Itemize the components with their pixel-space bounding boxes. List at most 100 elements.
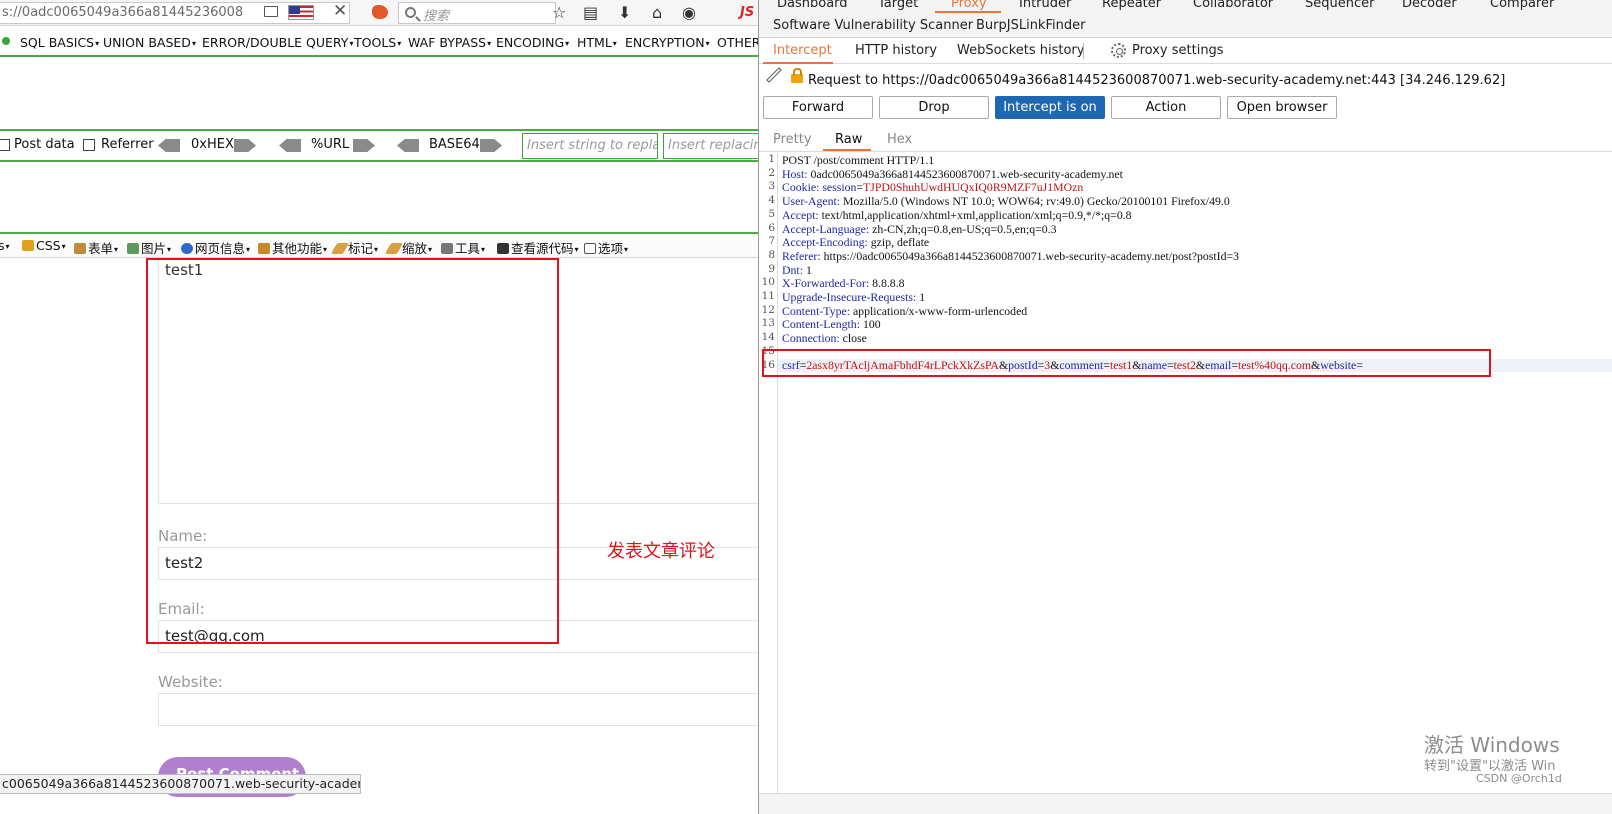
tab-software-vulnerability-scanner[interactable]: Software Vulnerability Scanner — [773, 18, 973, 33]
cn-toolbar-item-0[interactable]: s — [0, 238, 10, 253]
cn-toolbar-images[interactable]: 图片 — [127, 238, 171, 257]
header-name: Accept-Encoding — [782, 235, 865, 250]
menu-tools[interactable]: TOOLS — [354, 35, 401, 50]
cn-toolbar-options[interactable]: 选项 — [584, 238, 628, 257]
header-value: close — [842, 331, 867, 346]
website-input[interactable] — [158, 693, 778, 726]
line-number: 7 — [768, 235, 775, 248]
cn-toolbar-css[interactable]: CSS — [22, 238, 66, 253]
request-target-bar: Request to https://0adc0065049a366a81445… — [759, 67, 1612, 95]
body-highlight-box — [762, 349, 1491, 377]
bookmarks-list-icon[interactable]: ▤ — [583, 4, 598, 22]
header-value: application/x-www-form-urlencoded — [852, 303, 1028, 318]
post-data-label: Post data — [14, 137, 75, 152]
close-icon[interactable]: ✕ — [333, 1, 347, 21]
header-value: 100 — [862, 317, 881, 332]
active-subtab-underline — [763, 62, 833, 64]
cn-toolbar-forms[interactable]: 表单 — [74, 238, 118, 257]
bookmark-star-icon[interactable]: ☆ — [552, 4, 566, 22]
line-number: 8 — [768, 248, 775, 261]
edit-pencil-icon[interactable] — [766, 67, 782, 83]
us-flag-icon[interactable] — [288, 5, 314, 20]
tab-target[interactable]: Target — [878, 0, 918, 11]
cn-toolbar-tools-label: 工具 — [455, 241, 481, 256]
misc-icon — [258, 243, 270, 254]
menu-sql-basics[interactable]: SQL BASICS — [20, 35, 99, 50]
menu-waf-bypass[interactable]: WAF BYPASS — [408, 35, 491, 50]
extension-icon[interactable] — [372, 5, 388, 19]
drop-button[interactable]: Drop — [879, 96, 989, 119]
cn-toolbar-misc[interactable]: 其他功能 — [258, 238, 327, 257]
referrer-checkbox[interactable] — [83, 139, 95, 151]
open-browser-button[interactable]: Open browser — [1227, 96, 1337, 119]
gear-icon[interactable] — [1111, 43, 1126, 58]
tab-comparer[interactable]: Comparer — [1490, 0, 1554, 11]
tab-burpjslinkfinder[interactable]: BurpJSLinkFinder — [976, 18, 1085, 33]
tab-separator — [1083, 43, 1084, 59]
tab-websockets-history[interactable]: WebSockets history — [957, 43, 1084, 58]
hackbar-url-textarea[interactable] — [0, 57, 778, 129]
header-name: Referer — [782, 248, 818, 263]
base64-encode-arrow-icon[interactable] — [480, 139, 502, 152]
form-highlight-box — [146, 258, 559, 644]
tab-raw[interactable]: Raw — [835, 132, 862, 147]
tab-proxy[interactable]: Proxy — [951, 0, 987, 11]
forward-button[interactable]: Forward — [763, 96, 873, 119]
download-icon[interactable]: ⬇ — [618, 4, 631, 22]
tab-decoder[interactable]: Decoder — [1402, 0, 1457, 11]
menu-encoding[interactable]: ENCODING — [496, 35, 569, 50]
url-decode-arrow-icon[interactable] — [279, 139, 301, 152]
js-toggle-icon[interactable]: JS — [740, 5, 754, 20]
cn-toolbar-view-source-label: 查看源代码 — [511, 241, 574, 256]
line-number: 14 — [761, 331, 775, 344]
cn-toolbar-zoom[interactable]: 缩放 — [384, 238, 432, 257]
burp-main-tabs: Dashboard Target Proxy Intruder Repeater… — [759, 0, 1612, 14]
url-encode-arrow-icon[interactable] — [353, 139, 375, 152]
action-button[interactable]: Action — [1111, 96, 1221, 119]
intercept-button-row: Forward Drop Intercept is on Action Open… — [759, 96, 1612, 122]
tab-http-history[interactable]: HTTP history — [855, 43, 937, 58]
header-name: User-Agent — [782, 194, 837, 209]
cn-toolbar-mark[interactable]: 标记 — [330, 238, 378, 257]
request-editor[interactable]: 1 2 3 4 5 6 7 8 9 10 11 12 13 14 15 16 POST /post/comme… — [759, 153, 1612, 793]
header-value: gzip, deflate — [870, 235, 930, 250]
tab-sequencer[interactable]: Sequencer — [1305, 0, 1374, 11]
referrer-label: Referrer — [101, 137, 154, 152]
cn-toolbar-page-info-label: 网页信息 — [195, 241, 246, 256]
cn-toolbar-view-source[interactable]: 查看源代码 — [497, 238, 579, 257]
browser-toolbar: s://0adc0065049a366a81445236008 ✕ 搜索 ☆ ▤… — [0, 0, 778, 26]
hex-decode-arrow-icon[interactable] — [158, 139, 180, 152]
globe-icon[interactable]: ◉ — [682, 4, 696, 22]
proxy-settings-link[interactable]: Proxy settings — [1132, 43, 1224, 58]
windows-activation-watermark: 激活 Windows — [1424, 733, 1560, 757]
base64-decode-arrow-icon[interactable] — [397, 139, 419, 152]
intercept-toggle-button[interactable]: Intercept is on — [995, 96, 1105, 119]
menu-encryption[interactable]: ENCRYPTION — [625, 35, 710, 50]
reader-view-icon[interactable] — [264, 6, 278, 17]
tab-pretty[interactable]: Pretty — [773, 132, 812, 147]
replace-string-input[interactable]: Insert string to replace — [522, 133, 658, 159]
tab-repeater[interactable]: Repeater — [1102, 0, 1161, 11]
search-box[interactable]: 搜索 — [398, 2, 556, 24]
hackbar-post-textarea[interactable] — [0, 162, 778, 232]
request-target-text: Request to https://0adc0065049a366a81445… — [808, 73, 1506, 88]
tab-intercept[interactable]: Intercept — [773, 43, 832, 58]
menu-union-based[interactable]: UNION BASED — [103, 35, 196, 50]
menu-html[interactable]: HTML — [577, 35, 617, 50]
tab-dashboard[interactable]: Dashboard — [777, 0, 848, 11]
post-data-checkbox[interactable] — [0, 139, 10, 151]
tab-intruder[interactable]: Intruder — [1019, 0, 1071, 11]
header-value: 1 — [805, 262, 812, 277]
hex-encode-arrow-icon[interactable] — [234, 139, 256, 152]
status-bar-url: c0065049a366a8144523600870071.web-securi… — [0, 774, 361, 794]
home-icon[interactable]: ⌂ — [652, 4, 662, 22]
cn-toolbar-tools[interactable]: 工具 — [441, 238, 485, 257]
line-number: 6 — [768, 221, 775, 234]
tab-hex[interactable]: Hex — [887, 132, 912, 147]
line-number: 4 — [768, 194, 775, 207]
header-value: https://0adc0065049a366a8144523600870071… — [823, 248, 1240, 263]
tab-collaborator[interactable]: Collaborator — [1193, 0, 1273, 11]
menu-error-double-query[interactable]: ERROR/DOUBLE QUERY — [202, 35, 353, 50]
cn-toolbar-css-label: CSS — [36, 238, 61, 253]
cn-toolbar-page-info[interactable]: 网页信息 — [181, 238, 250, 257]
